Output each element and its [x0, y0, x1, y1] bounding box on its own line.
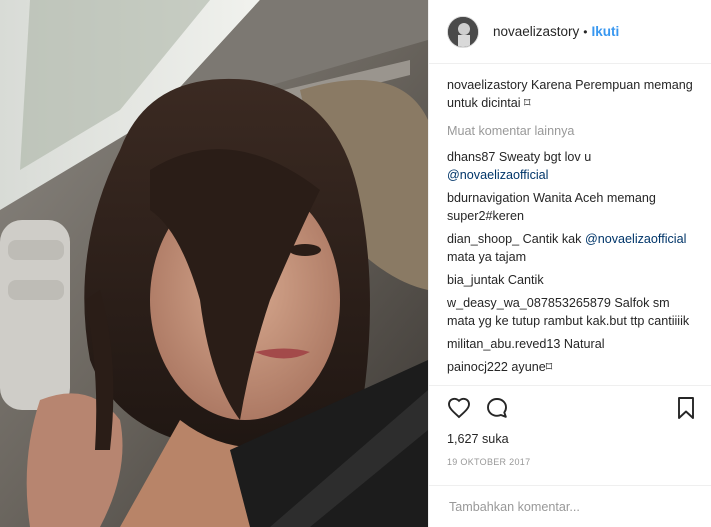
add-comment-input[interactable]	[447, 498, 693, 515]
post-side-panel: novaelizastory • Ikuti novaelizastory Ka…	[428, 0, 711, 527]
comment-text: Cantik	[507, 273, 544, 287]
comment-text: Cantik kak	[522, 232, 582, 246]
header-username[interactable]: novaelizastory	[493, 24, 579, 39]
comment-item: bdurnavigation Wanita Aceh memang super2…	[447, 189, 695, 225]
comment-username[interactable]: militan_abu.reved13	[447, 337, 560, 351]
comment-bubble-icon[interactable]	[485, 396, 509, 420]
comment-username[interactable]: bia_juntak	[447, 273, 504, 287]
comment-item: militan_abu.reved13 Natural	[447, 335, 695, 353]
comment-username[interactable]: dhans87	[447, 150, 495, 164]
comment-text: ayune⌑	[511, 360, 553, 374]
heart-icon[interactable]	[447, 396, 471, 420]
comment-username[interactable]: dian_shoop_	[447, 232, 519, 246]
comments-list: novaelizastory Karena Perempuan memang u…	[429, 64, 711, 385]
comment-item: dian_shoop_ Cantik kak @novaelizaofficia…	[447, 230, 695, 266]
avatar[interactable]	[447, 15, 479, 48]
caption-username[interactable]: novaelizastory	[447, 78, 528, 92]
comment-item: dhans87 Sweaty bgt lov u @novaelizaoffic…	[447, 148, 695, 184]
comment-text-continued: mata ya tajam	[447, 250, 527, 264]
follow-button[interactable]: Ikuti	[592, 24, 620, 39]
comment-username[interactable]: painocj222	[447, 360, 508, 374]
like-count[interactable]: 1,627 suka	[429, 429, 711, 449]
header-separator: •	[583, 24, 588, 39]
comment-item: bia_juntak Cantik	[447, 271, 695, 289]
caption: novaelizastory Karena Perempuan memang u…	[447, 76, 695, 112]
comment-text: Sweaty bgt lov u	[498, 150, 592, 164]
instagram-post: novaelizastory • Ikuti novaelizastory Ka…	[0, 0, 711, 527]
comment-mention-link[interactable]: @novaelizaofficial	[585, 232, 686, 246]
post-date[interactable]: 19 OKTOBER 2017	[429, 455, 711, 469]
avatar-image	[448, 16, 478, 47]
post-photo[interactable]	[0, 0, 428, 527]
selfie-photo	[0, 0, 428, 527]
post-header: novaelizastory • Ikuti	[429, 0, 711, 64]
load-more-comments-link[interactable]: Muat komentar lainnya	[447, 122, 695, 140]
comment-item: painocj222 ayune⌑	[447, 358, 695, 376]
action-bar	[429, 385, 711, 429]
comment-items: dhans87 Sweaty bgt lov u @novaelizaoffic…	[447, 148, 695, 385]
bookmark-icon[interactable]	[675, 396, 697, 420]
comment-username[interactable]: bdurnavigation	[447, 191, 530, 205]
comment-mention-link[interactable]: @novaelizaofficial	[447, 168, 548, 182]
add-comment-bar	[429, 485, 711, 527]
comment-username[interactable]: w_deasy_wa_087853265879	[447, 296, 611, 310]
comment-text: Natural	[563, 337, 605, 351]
comment-item: w_deasy_wa_087853265879 Salfok sm mata y…	[447, 294, 695, 330]
